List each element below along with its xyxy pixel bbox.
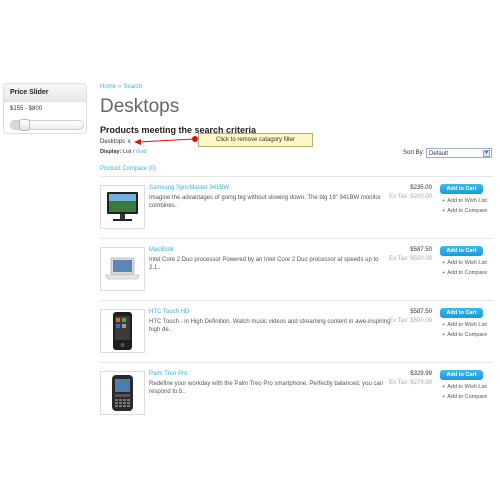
wish-list-label: Add to Wish List (447, 384, 487, 390)
add-to-compare-link[interactable]: + Add to Compare (442, 270, 487, 276)
compare-label: Add to Compare (447, 332, 488, 338)
plus-icon: + (442, 322, 446, 328)
product-row: HTC Touch HD HTC Touch - in High Definit… (100, 308, 493, 355)
wish-list-label: Add to Wish List (447, 260, 487, 266)
product-row: MacBook Intel Core 2 Duo processor Power… (100, 246, 493, 293)
breadcrumb-separator: » (118, 84, 122, 90)
sort-select[interactable]: Default ▼ (426, 148, 492, 158)
category-filter-label: Desktops (100, 139, 126, 145)
add-to-compare-link[interactable]: + Add to Compare (442, 208, 487, 214)
price-slider-track[interactable] (10, 119, 84, 131)
plus-icon: + (442, 394, 446, 400)
add-to-wish-list-link[interactable]: + Add to Wish List (442, 384, 487, 390)
product-description: Redefine your workday with the Palm Treo… (149, 381, 384, 395)
product-image-laptop[interactable] (100, 247, 145, 291)
product-description: Intel Core 2 Duo processor Powered by an… (149, 257, 379, 271)
product-ex-tax: Ex Tax: $200.00 (389, 194, 432, 200)
product-compare-link[interactable]: Product Compare (0) (100, 166, 156, 172)
product-image-monitor[interactable] (100, 185, 145, 229)
add-to-compare-link[interactable]: + Add to Compare (442, 332, 487, 338)
page-title: Desktops (100, 96, 180, 117)
plus-icon: + (442, 208, 446, 214)
plus-icon: + (442, 384, 446, 390)
add-to-cart-button[interactable]: Add to Cart (440, 246, 483, 256)
add-to-compare-link[interactable]: + Add to Compare (442, 394, 487, 400)
product-image-phone-touch[interactable] (100, 309, 145, 353)
annotation-callout: Click to remove catagory filter (198, 133, 313, 147)
display-label: Display: (100, 149, 122, 155)
add-to-cart-button[interactable]: Add to Cart (440, 308, 483, 318)
product-price: $329.99 (410, 371, 432, 377)
product-description: HTC Touch - in High Definition. Watch mu… (149, 319, 391, 333)
wish-list-label: Add to Wish List (447, 322, 487, 328)
category-filter-tag: Desktops x (100, 139, 131, 145)
add-to-wish-list-link[interactable]: + Add to Wish List (442, 322, 487, 328)
divider (100, 176, 493, 177)
sort-selected-value: Default (429, 151, 449, 157)
product-row: Palm Treo Pro Redefine your workday with… (100, 370, 493, 417)
product-price: $587.50 (410, 309, 432, 315)
add-to-cart-button[interactable]: Add to Cart (440, 184, 483, 194)
breadcrumb-search[interactable]: Search (123, 84, 142, 90)
plus-icon: + (442, 270, 446, 276)
price-slider-title: Price Slider (4, 84, 86, 102)
breadcrumb: Home» Search (100, 84, 142, 90)
divider (100, 362, 493, 363)
product-name[interactable]: MacBook (149, 247, 174, 253)
compare-label: Add to Compare (447, 394, 488, 400)
product-name[interactable]: Palm Treo Pro (149, 371, 187, 377)
product-ex-tax: Ex Tax: $500.00 (389, 256, 432, 262)
add-to-wish-list-link[interactable]: + Add to Wish List (442, 198, 487, 204)
price-slider-handle-min[interactable] (19, 119, 30, 131)
product-ex-tax: Ex Tax: $279.99 (389, 380, 432, 386)
sort-label: Sort By: (403, 150, 425, 156)
divider (100, 238, 493, 239)
wish-list-label: Add to Wish List (447, 198, 487, 204)
product-row: Samsung SyncMaster 941BW Imagine the adv… (100, 184, 493, 231)
display-list-option[interactable]: List (123, 149, 132, 155)
plus-icon: + (442, 332, 446, 338)
plus-icon: + (442, 198, 446, 204)
display-separator: / (133, 149, 135, 155)
product-price: $235.00 (410, 185, 432, 191)
chevron-down-icon: ▼ (483, 150, 490, 157)
product-price: $587.50 (410, 247, 432, 253)
divider (100, 300, 493, 301)
display-grid-option[interactable]: Grid (136, 149, 146, 155)
breadcrumb-home[interactable]: Home (100, 84, 116, 90)
product-image-phone-keyboard[interactable] (100, 371, 145, 415)
display-toggle: Display: List / Grid (100, 149, 146, 155)
price-range-text: $155 - $800 (10, 106, 43, 112)
product-name[interactable]: HTC Touch HD (149, 309, 189, 315)
compare-label: Add to Compare (447, 270, 488, 276)
compare-label: Add to Compare (447, 208, 488, 214)
product-ex-tax: Ex Tax: $500.00 (389, 318, 432, 324)
price-slider-panel: Price Slider $155 - $800 (3, 83, 87, 134)
remove-filter-icon[interactable]: x (128, 139, 131, 145)
add-to-cart-button[interactable]: Add to Cart (440, 370, 483, 380)
add-to-wish-list-link[interactable]: + Add to Wish List (442, 260, 487, 266)
product-description: Imagine the advantages of going big with… (149, 195, 381, 209)
plus-icon: + (442, 260, 446, 266)
product-name[interactable]: Samsung SyncMaster 941BW (149, 185, 229, 191)
